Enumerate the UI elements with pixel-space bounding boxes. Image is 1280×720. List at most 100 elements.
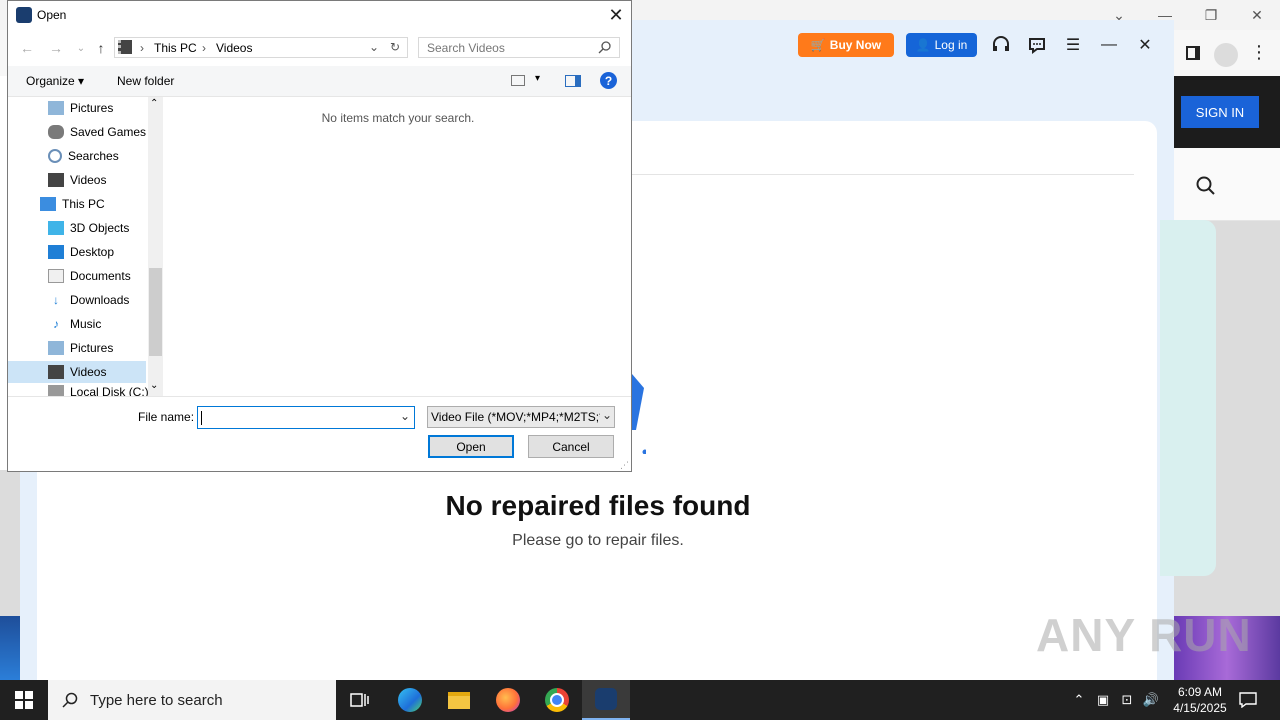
breadcrumb-videos[interactable]: Videos [216, 41, 252, 55]
pictures-icon [48, 341, 64, 355]
more-icon[interactable]: ⋮ [1250, 42, 1268, 63]
breadcrumb-this-pc[interactable]: This PC [154, 41, 197, 55]
notifications-icon[interactable] [1238, 690, 1258, 710]
restore-icon[interactable]: ❐ [1188, 0, 1234, 30]
nav-item-local-disk[interactable]: Local Disk (C:) [48, 385, 149, 396]
taskbar-search-placeholder: Type here to search [90, 691, 223, 709]
music-icon: ♪ [53, 317, 59, 331]
app-close-icon[interactable]: ✕ [1134, 34, 1156, 56]
anyrun-watermark: ANY RUN [1036, 609, 1252, 661]
text-caret [201, 411, 202, 425]
menu-icon[interactable]: ☰ [1062, 34, 1084, 56]
preview-pane-icon[interactable] [565, 75, 581, 87]
background-banner [0, 616, 20, 680]
help-icon[interactable]: ? [600, 72, 617, 89]
nav-item-pictures-2[interactable]: Pictures [48, 337, 113, 359]
downloads-icon: ↓ [53, 293, 59, 307]
view-dropdown-icon[interactable]: ▾ [535, 73, 540, 84]
videos-icon [48, 365, 64, 379]
search-icon[interactable] [1196, 176, 1216, 199]
file-name-label: File name: [138, 410, 195, 424]
nav-item-videos[interactable]: Videos [48, 169, 106, 191]
chrome-icon[interactable] [533, 680, 581, 720]
dialog-close-icon[interactable]: ✕ [604, 4, 628, 26]
log-in-button[interactable]: 👤 Log in [906, 33, 977, 57]
nav-item-music[interactable]: ♪ Music [48, 313, 101, 335]
back-arrow-icon[interactable]: ← [18, 39, 36, 57]
cancel-button[interactable]: Cancel [528, 435, 614, 458]
forward-arrow-icon[interactable]: → [47, 39, 65, 57]
resize-grip-icon[interactable]: ⋰ [620, 460, 629, 471]
buy-now-label: Buy Now [829, 38, 882, 52]
videos-folder-icon [118, 40, 132, 54]
drive-icon [48, 385, 64, 396]
volume-icon[interactable]: 🔊 [1142, 690, 1160, 710]
change-view-icon[interactable] [511, 75, 525, 86]
close-icon[interactable]: ✕ [1234, 0, 1280, 30]
feedback-icon[interactable] [1026, 34, 1048, 56]
nav-item-documents[interactable]: Documents [48, 265, 131, 287]
navigation-pane: Pictures Saved Games Searches Videos Thi… [8, 97, 149, 396]
address-dropdown-icon[interactable]: ⌄ [369, 40, 379, 54]
nav-item-pictures[interactable]: Pictures [48, 97, 113, 119]
search-icon[interactable] [598, 40, 612, 57]
repair-app-taskbar-icon[interactable] [582, 680, 630, 720]
sidebar-toggle-icon[interactable] [1186, 46, 1200, 60]
profile-avatar[interactable] [1214, 43, 1238, 67]
nav-item-this-pc[interactable]: This PC [40, 193, 105, 215]
scroll-down-icon[interactable]: ⌄ [150, 380, 158, 391]
file-explorer-icon[interactable] [435, 680, 483, 720]
desktop-icon [48, 245, 64, 259]
nav-item-saved-games[interactable]: Saved Games [48, 121, 146, 143]
log-in-label: Log in [934, 38, 968, 52]
tray-chevron-up-icon[interactable]: ⌃ [1070, 690, 1088, 710]
scroll-up-icon[interactable]: ⌃ [150, 98, 158, 109]
open-button[interactable]: Open [428, 435, 514, 458]
meet-now-icon[interactable]: ▣ [1094, 690, 1112, 710]
dialog-divider [8, 396, 631, 397]
sign-in-button[interactable]: SIGN IN [1181, 96, 1259, 128]
network-icon[interactable]: ⊡ [1118, 690, 1136, 710]
clock-time: 6:09 AM [1177, 685, 1223, 699]
breadcrumb-separator-icon: › [202, 41, 206, 55]
searches-icon [48, 149, 62, 163]
tray-clock[interactable]: 6:09 AM 4/15/2025 [1160, 684, 1240, 716]
file-type-value: Video File (*MOV;*MP4;*M2TS;* [431, 410, 604, 424]
up-arrow-icon[interactable]: ↑ [92, 39, 110, 57]
refresh-icon[interactable]: ↻ [390, 40, 400, 54]
app-minimize-icon[interactable]: — [1098, 34, 1120, 56]
file-name-dropdown-icon[interactable]: ⌄ [400, 409, 410, 423]
recent-locations-icon[interactable]: ⌄ [72, 39, 90, 57]
teal-card [1160, 220, 1216, 576]
nav-item-videos-selected[interactable]: Videos [8, 361, 146, 383]
buy-now-button[interactable]: 🛒 Buy Now [798, 33, 894, 57]
windows-logo-icon [15, 691, 33, 709]
taskbar-search-box[interactable]: Type here to search [48, 680, 336, 720]
nav-item-desktop[interactable]: Desktop [48, 241, 114, 263]
videos-icon [48, 173, 64, 187]
saved-games-icon [48, 125, 64, 139]
file-name-input[interactable]: ⌄ [197, 406, 415, 429]
breadcrumb-separator-icon: › [140, 41, 144, 55]
nav-item-searches[interactable]: Searches [48, 145, 119, 167]
this-pc-icon [40, 197, 56, 211]
nav-scrollbar-thumb[interactable] [149, 268, 162, 356]
edge-icon[interactable] [386, 680, 434, 720]
file-type-select[interactable]: Video File (*MOV;*MP4;*M2TS;* [427, 406, 615, 428]
headset-icon[interactable] [990, 34, 1012, 56]
organize-menu[interactable]: Organize ▾ [26, 74, 84, 88]
firefox-icon[interactable] [484, 680, 532, 720]
task-view-icon[interactable] [336, 680, 384, 720]
documents-icon [48, 269, 64, 283]
nav-item-downloads[interactable]: ↓ Downloads [48, 289, 129, 311]
search-icon [62, 692, 78, 708]
dialog-title: Open [37, 8, 67, 22]
start-button[interactable] [0, 680, 48, 720]
site-nav [1174, 148, 1280, 221]
nav-item-3d-objects[interactable]: 3D Objects [48, 217, 129, 239]
empty-state-title: No repaired files found [445, 490, 751, 521]
new-folder-button[interactable]: New folder [117, 74, 174, 88]
app-logo-icon [16, 7, 32, 23]
file-type-dropdown-icon[interactable]: ⌄ [600, 408, 615, 422]
3d-objects-icon [48, 221, 64, 235]
